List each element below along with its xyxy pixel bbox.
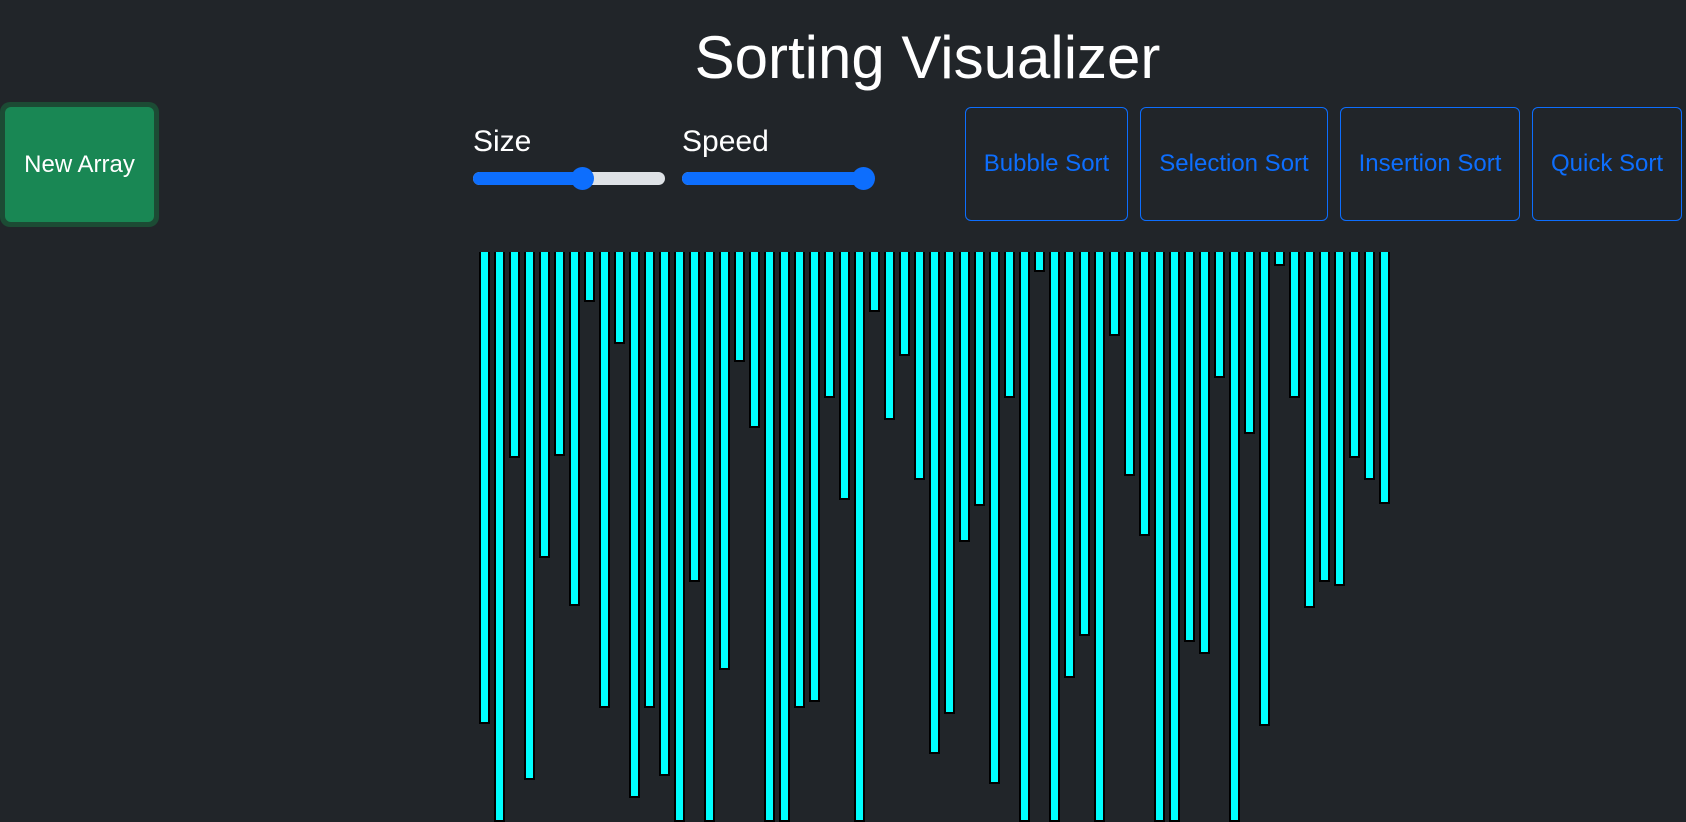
page: Sorting Visualizer New Array Size Speed … bbox=[0, 0, 1686, 822]
array-bar bbox=[974, 252, 985, 506]
size-slider-thumb[interactable] bbox=[571, 167, 595, 190]
array-bar bbox=[1079, 252, 1090, 636]
array-bar bbox=[1229, 252, 1240, 822]
array-bars bbox=[479, 252, 1390, 822]
size-slider-fill bbox=[473, 172, 583, 185]
array-bar bbox=[1244, 252, 1255, 434]
array-bar bbox=[1199, 252, 1210, 654]
array-bar bbox=[689, 252, 700, 582]
array-bar bbox=[944, 252, 955, 714]
speed-slider[interactable] bbox=[682, 167, 875, 190]
array-bar bbox=[599, 252, 610, 708]
insertion-sort-button[interactable]: Insertion Sort bbox=[1340, 107, 1520, 221]
array-bar bbox=[929, 252, 940, 754]
array-bar bbox=[644, 252, 655, 708]
array-bar bbox=[1109, 252, 1120, 336]
array-bar bbox=[989, 252, 1000, 784]
array-bar bbox=[1289, 252, 1300, 398]
size-label: Size bbox=[473, 125, 532, 158]
array-bar bbox=[524, 252, 535, 780]
array-bar bbox=[1259, 252, 1270, 726]
array-bar bbox=[1319, 252, 1330, 582]
array-bar bbox=[779, 252, 790, 822]
array-bar bbox=[1034, 252, 1045, 272]
array-bar bbox=[554, 252, 565, 456]
array-bar bbox=[539, 252, 550, 558]
array-bar bbox=[1379, 252, 1390, 504]
speed-control: Speed bbox=[682, 124, 875, 190]
array-bar bbox=[1064, 252, 1075, 678]
array-bar bbox=[674, 252, 685, 822]
array-bar bbox=[704, 252, 715, 822]
array-bar bbox=[869, 252, 880, 312]
quick-sort-button[interactable]: Quick Sort bbox=[1532, 107, 1682, 221]
array-bar bbox=[1214, 252, 1225, 378]
size-slider[interactable] bbox=[473, 167, 665, 190]
array-bar bbox=[809, 252, 820, 702]
array-bar bbox=[914, 252, 925, 480]
array-bar bbox=[494, 252, 505, 822]
size-control: Size bbox=[473, 124, 665, 190]
new-array-focus-ring: New Array bbox=[0, 102, 159, 227]
array-bar bbox=[959, 252, 970, 542]
array-bar bbox=[854, 252, 865, 822]
array-bar bbox=[734, 252, 745, 362]
array-bar bbox=[584, 252, 595, 302]
array-bar bbox=[1019, 252, 1030, 822]
new-array-button[interactable]: New Array bbox=[5, 107, 154, 222]
speed-label: Speed bbox=[682, 125, 769, 158]
array-bar bbox=[569, 252, 580, 606]
array-bar bbox=[509, 252, 520, 458]
array-bar bbox=[794, 252, 805, 708]
array-bar bbox=[1049, 252, 1060, 822]
array-bar bbox=[1364, 252, 1375, 480]
array-bar bbox=[1139, 252, 1150, 536]
array-bar bbox=[884, 252, 895, 420]
array-bar bbox=[629, 252, 640, 798]
page-title: Sorting Visualizer bbox=[694, 24, 1161, 91]
bubble-sort-button[interactable]: Bubble Sort bbox=[965, 107, 1128, 221]
array-bar bbox=[1169, 252, 1180, 822]
array-bar bbox=[899, 252, 910, 356]
array-bar bbox=[749, 252, 760, 428]
array-bar bbox=[1274, 252, 1285, 266]
array-bar bbox=[1124, 252, 1135, 476]
array-bar bbox=[839, 252, 850, 500]
array-bar bbox=[1004, 252, 1015, 398]
array-bar bbox=[824, 252, 835, 398]
array-bar bbox=[1334, 252, 1345, 586]
array-bar bbox=[719, 252, 730, 670]
array-bar bbox=[1304, 252, 1315, 608]
array-bar bbox=[1184, 252, 1195, 642]
array-bar bbox=[1154, 252, 1165, 822]
speed-slider-thumb[interactable] bbox=[852, 167, 875, 190]
array-bar bbox=[764, 252, 775, 822]
speed-slider-fill bbox=[682, 172, 863, 185]
array-bar bbox=[1349, 252, 1360, 458]
array-bar bbox=[479, 252, 490, 724]
selection-sort-button[interactable]: Selection Sort bbox=[1140, 107, 1328, 221]
array-bar bbox=[1094, 252, 1105, 822]
array-bar bbox=[614, 252, 625, 344]
array-bar bbox=[659, 252, 670, 776]
